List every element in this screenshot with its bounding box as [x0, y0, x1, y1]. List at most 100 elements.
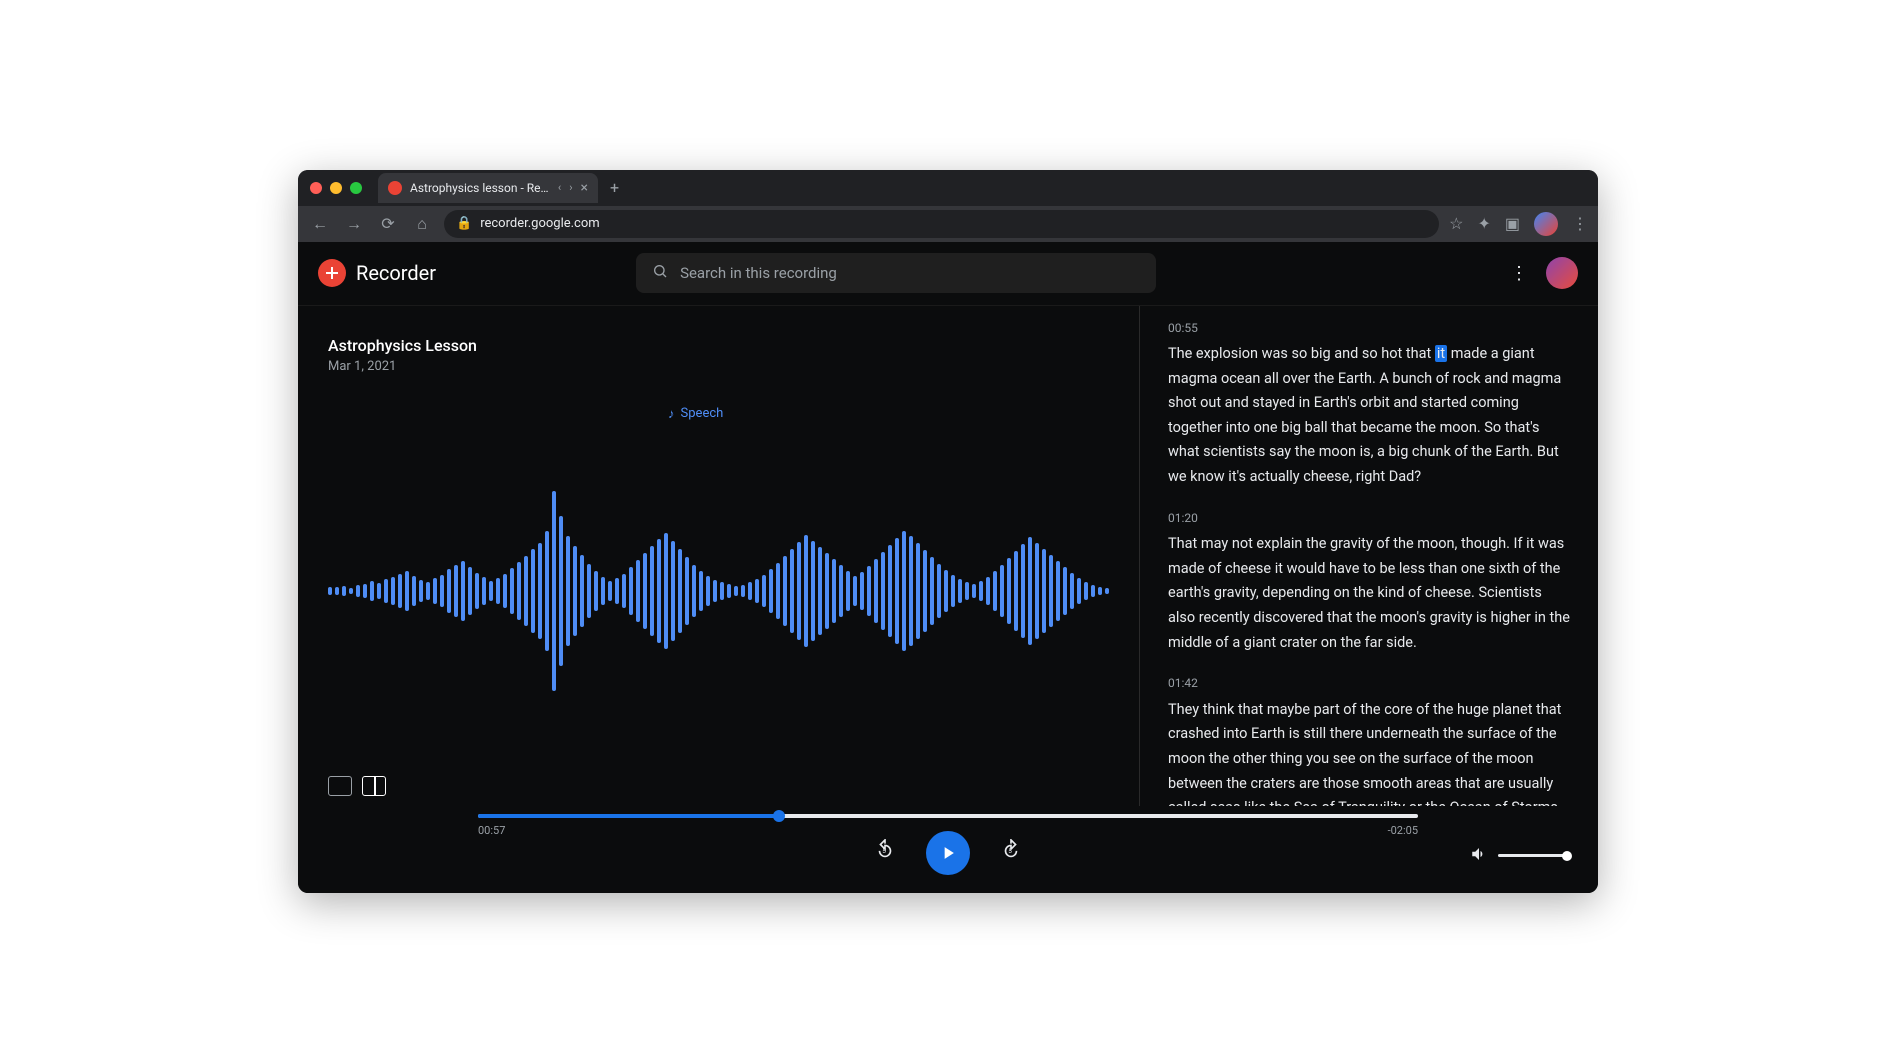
wave-bar — [797, 542, 801, 640]
browser-menu-icon[interactable]: ⋮ — [1572, 214, 1588, 233]
tab-favicon-icon — [388, 181, 402, 195]
lock-icon: 🔒 — [456, 216, 472, 231]
wave-bar — [895, 538, 899, 644]
volume-slider[interactable] — [1498, 854, 1568, 857]
segment-timestamp[interactable]: 00:55 — [1168, 318, 1570, 338]
wave-bar — [1084, 582, 1088, 600]
app-name: Recorder — [356, 261, 436, 285]
wave-bar — [958, 579, 962, 603]
wave-bar — [643, 553, 647, 629]
search-input[interactable]: Search in this recording — [636, 253, 1156, 293]
split-pane-view-button[interactable] — [362, 776, 386, 796]
wave-bar — [720, 582, 724, 600]
maximize-window-button[interactable] — [350, 182, 362, 194]
transcript-segment[interactable]: 00:55The explosion was so big and so hot… — [1168, 318, 1570, 490]
home-button[interactable]: ⌂ — [410, 214, 434, 234]
wave-bar — [916, 543, 920, 639]
segment-text: They think that maybe part of the core o… — [1168, 698, 1570, 806]
back-button[interactable]: ← — [308, 214, 332, 234]
wave-bar — [1021, 544, 1025, 638]
search-placeholder: Search in this recording — [680, 264, 837, 282]
forward-5-button[interactable]: 5 — [1000, 839, 1022, 866]
wave-bar — [755, 579, 759, 603]
wave-bar — [342, 586, 346, 596]
wave-bar — [993, 571, 997, 611]
volume-control[interactable] — [1470, 845, 1568, 867]
wave-bar — [377, 583, 381, 599]
extensions-icon[interactable]: ✦ — [1477, 214, 1490, 233]
tab-nav-back-icon[interactable]: ‹ — [558, 181, 561, 194]
wave-bar — [776, 563, 780, 619]
address-bar[interactable]: 🔒 recorder.google.com — [444, 210, 1439, 238]
rewind-5-button[interactable]: 5 — [874, 839, 896, 866]
elapsed-time: 00:57 — [478, 824, 505, 837]
wave-bar — [1070, 573, 1074, 609]
browser-tab[interactable]: Astrophysics lesson - Rec... ‹ › × — [378, 173, 598, 203]
svg-text:5: 5 — [882, 847, 886, 855]
minimize-window-button[interactable] — [330, 182, 342, 194]
wave-bar — [888, 545, 892, 637]
seek-bar[interactable] — [478, 814, 1418, 818]
transcript-segment[interactable]: 01:42 They think that maybe part of the c… — [1168, 673, 1570, 805]
wave-bar — [475, 573, 479, 609]
seek-thumb[interactable] — [773, 810, 785, 822]
tab-nav-fwd-icon[interactable]: › — [569, 181, 572, 194]
wave-bar — [783, 556, 787, 626]
waveform[interactable] — [328, 414, 1109, 768]
wave-bar — [748, 582, 752, 600]
wave-bar — [496, 578, 500, 604]
wave-bar — [930, 557, 934, 625]
wave-bar — [874, 559, 878, 623]
app-header: Recorder Search in this recording ⋮ — [298, 242, 1598, 306]
wave-bar — [832, 559, 836, 623]
app-logo[interactable]: Recorder — [318, 259, 436, 287]
wave-bar — [559, 516, 563, 666]
close-tab-icon[interactable]: × — [581, 180, 588, 196]
svg-text:5: 5 — [1008, 847, 1012, 855]
single-pane-view-button[interactable] — [328, 776, 352, 796]
wave-bar — [398, 574, 402, 608]
transcript-pane[interactable]: 00:55The explosion was so big and so hot… — [1140, 306, 1598, 806]
player-bar: 00:57 -02:05 5 5 — [298, 806, 1598, 893]
close-window-button[interactable] — [310, 182, 322, 194]
playback-controls: 5 5 — [328, 831, 1568, 875]
account-avatar[interactable] — [1546, 257, 1578, 289]
wave-bar — [1105, 588, 1109, 594]
forward-button[interactable]: → — [342, 214, 366, 234]
wave-bar — [384, 579, 388, 603]
new-tab-button[interactable]: + — [610, 178, 619, 197]
view-toggle — [328, 768, 1109, 796]
seek-fill — [478, 814, 779, 818]
wave-bar — [615, 578, 619, 604]
wave-bar — [552, 491, 556, 691]
window-titlebar: Astrophysics lesson - Rec... ‹ › × + — [298, 170, 1598, 206]
profile-avatar-toolbar[interactable] — [1534, 212, 1558, 236]
segment-timestamp[interactable]: 01:42 — [1168, 673, 1570, 693]
wave-bar — [825, 553, 829, 629]
transcript-segment[interactable]: 01:20That may not explain the gravity of… — [1168, 508, 1570, 656]
wave-bar — [531, 549, 535, 633]
segment-timestamp[interactable]: 01:20 — [1168, 508, 1570, 528]
wave-bar — [1098, 587, 1102, 595]
wave-bar — [370, 581, 374, 601]
wave-bar — [1091, 585, 1095, 597]
window-controls — [310, 182, 362, 194]
wave-bar — [587, 564, 591, 618]
wave-bar — [741, 585, 745, 597]
segment-type-label: ♪ Speech — [668, 406, 723, 422]
volume-thumb[interactable] — [1562, 851, 1572, 861]
cast-icon[interactable]: ▣ — [1505, 214, 1520, 233]
wave-bar — [1063, 567, 1067, 615]
wave-bar — [1056, 561, 1060, 621]
wave-bar — [1000, 565, 1004, 617]
music-note-icon: ♪ — [668, 406, 675, 422]
wave-bar — [902, 531, 906, 651]
browser-toolbar: ← → ⟳ ⌂ 🔒 recorder.google.com ☆ ✦ ▣ ⋮ — [298, 206, 1598, 242]
bookmark-star-icon[interactable]: ☆ — [1449, 214, 1463, 233]
play-button[interactable] — [926, 831, 970, 875]
reload-button[interactable]: ⟳ — [376, 214, 400, 233]
more-options-icon[interactable]: ⋮ — [1510, 263, 1528, 284]
wave-bar — [846, 571, 850, 611]
wave-bar — [503, 574, 507, 608]
wave-bar — [440, 575, 444, 607]
